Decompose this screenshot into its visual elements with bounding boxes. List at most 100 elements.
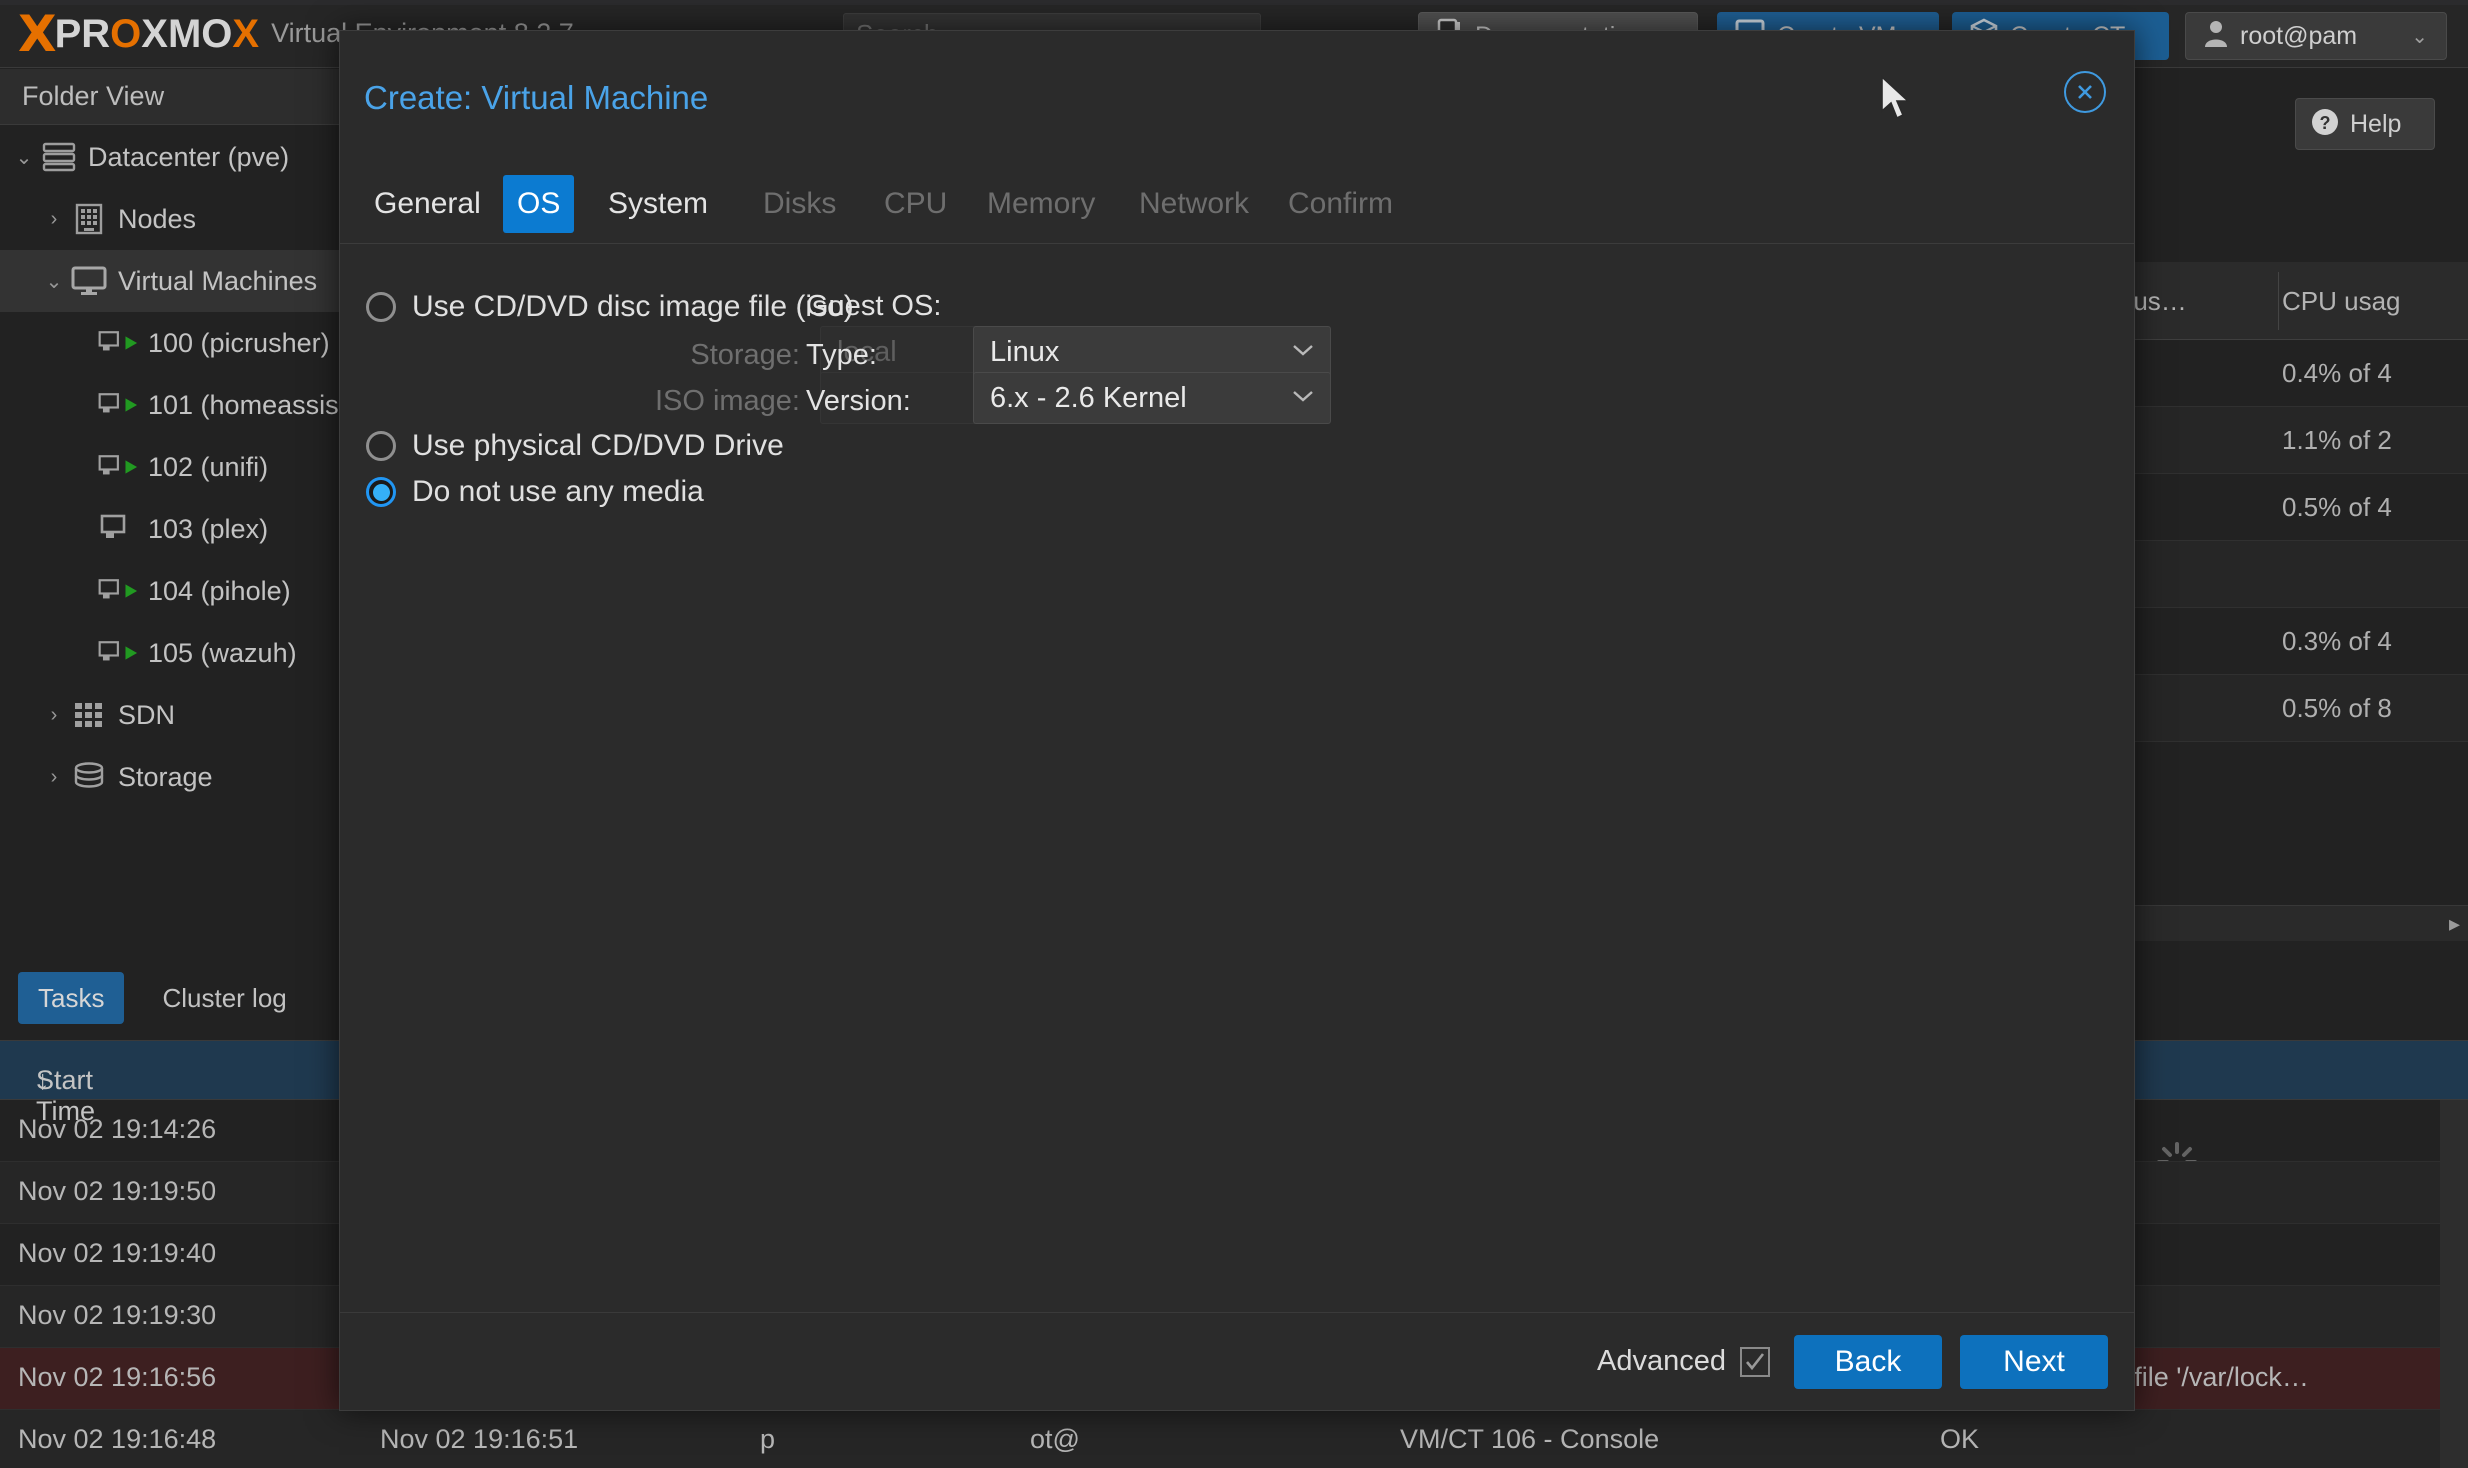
chevron-down-icon[interactable]: ⌄ [10, 145, 38, 170]
radio-use-iso-indicator[interactable] [366, 292, 396, 322]
advanced-checkbox[interactable]: Advanced [1597, 1345, 1770, 1378]
logo-letter: PR [54, 11, 111, 56]
chevron-right-icon[interactable]: › [40, 208, 68, 231]
tree-item-label: 100 (picrusher) [148, 327, 330, 358]
tree-item-100-picrusher[interactable]: 100 (picrusher) [0, 312, 345, 374]
column-divider [2278, 272, 2279, 330]
task-user: ot@ [1030, 1424, 1080, 1454]
iso-image-label: ISO image: [654, 385, 800, 417]
tree-item-label: SDN [118, 699, 176, 730]
radio-use-physical-drive-indicator[interactable] [366, 431, 396, 461]
logo-letter: O [110, 11, 142, 56]
tree-item-101-homeassistant[interactable]: 101 (homeassistant) [0, 374, 393, 436]
task-start-time: Nov 02 19:16:48 [18, 1424, 217, 1454]
dialog-footer: Advanced Back Next [340, 1312, 2134, 1410]
tree-item-datacenter-pve[interactable]: ⌄ Datacenter (pve) [0, 126, 345, 188]
scroll-right-arrow-icon[interactable]: ▸ [2449, 911, 2460, 937]
close-icon[interactable] [2064, 71, 2106, 113]
horizontal-scrollbar[interactable]: ▸ [2090, 905, 2468, 941]
tab-cluster-log[interactable]: Cluster log [142, 972, 306, 1024]
mouse-cursor [1880, 75, 1914, 128]
dialog-tab-system[interactable]: System [594, 175, 722, 233]
monitor-icon [68, 266, 110, 296]
vm-icon [98, 638, 140, 668]
dialog-tab-os[interactable]: OS [503, 175, 575, 233]
os-type-value: Linux [990, 335, 1060, 368]
tree-item-103-plex[interactable]: 103 (plex) [0, 498, 345, 560]
tab-cluster-log-label: Cluster log [162, 982, 287, 1013]
dialog-tab-cpu: CPU [884, 187, 948, 220]
dialog-tab-confirm: Confirm [1288, 187, 1394, 220]
task-node: p [760, 1424, 776, 1454]
task-start-time: Nov 02 19:14:26 [18, 1114, 217, 1144]
user-menu-button[interactable]: root@pam ⌄ [2185, 12, 2447, 60]
tree-item-label: 104 (pihole) [148, 575, 291, 606]
dialog-title: Create: Virtual Machine [364, 79, 709, 116]
vm-table-row[interactable]: %0.4% of 4 [2090, 340, 2468, 407]
tree-item-label: Virtual Machines [118, 265, 318, 296]
radio-no-media[interactable]: Do not use any media [366, 475, 704, 509]
tree-item-label: Datacenter (pve) [88, 141, 290, 172]
vm-table-row[interactable] [2090, 541, 2468, 608]
chevron-right-icon[interactable]: › [40, 766, 68, 789]
chevron-right-icon[interactable]: › [40, 704, 68, 727]
tree-item-104-pihole[interactable]: 104 (pihole) [0, 560, 345, 622]
vm-table-row[interactable]: %0.5% of 4 [2090, 474, 2468, 541]
tree-item-label: Nodes [118, 203, 197, 234]
advanced-checkbox-box[interactable] [1740, 1346, 1770, 1377]
tree-item-label: Storage [118, 761, 213, 792]
chevron-down-icon[interactable]: ⌄ [40, 269, 68, 294]
vm-icon [98, 452, 140, 482]
radio-use-physical-drive[interactable]: Use physical CD/DVD Drive [366, 429, 784, 463]
vm-table-row[interactable]: %0.3% of 4 [2090, 608, 2468, 675]
dialog-tab-bar: General OS System Disks CPU Memory Network Conf… [340, 169, 2134, 239]
vm-table-body: %0.4% of 4%1.1% of 2%0.5% of 4 %0.3% of 4… [2090, 340, 2468, 742]
tree-item-102-unifi[interactable]: 102 (unifi) [0, 436, 345, 498]
cell-cpu-usage: 0.4% of 4 [2282, 358, 2392, 388]
user-label: root@pam [2240, 21, 2358, 50]
vm-table-row[interactable]: %0.5% of 8 [2090, 675, 2468, 742]
radio-use-physical-drive-label: Use physical CD/DVD Drive [412, 429, 784, 462]
tree-item-storage[interactable]: › Storage [0, 746, 345, 808]
help-circle-icon: ? [2310, 107, 2340, 142]
task-panel-tabs: Tasks Cluster log [0, 962, 345, 1034]
task-description: VM/CT 106 - Console [1400, 1424, 1660, 1454]
vm-icon [98, 390, 140, 420]
vm-table-row[interactable]: %1.1% of 2 [2090, 407, 2468, 474]
radio-use-iso[interactable]: Use CD/DVD disc image file (iso) [366, 290, 854, 324]
vm-table-header: ory us… CPU usag [2090, 262, 2468, 340]
chevron-down-icon [1292, 389, 1314, 408]
tree-item-nodes[interactable]: › Nodes [0, 188, 345, 250]
proxmox-app: X PROXMOX Virtual Environment 8.2.7 Sear… [0, 0, 2468, 1468]
dialog-tab-general[interactable]: General [360, 175, 495, 233]
column-header-cpu[interactable]: CPU usag [2282, 262, 2401, 340]
task-start-time: Nov 02 19:19:40 [18, 1238, 217, 1268]
create-vm-dialog: Create: Virtual Machine General OS System D… [339, 30, 2135, 1411]
tab-tasks[interactable]: Tasks [18, 972, 125, 1024]
tree-item-sdn[interactable]: › SDN [0, 684, 345, 746]
cell-cpu-usage: 0.5% of 4 [2282, 492, 2392, 522]
help-button[interactable]: ? Help [2295, 98, 2435, 150]
tree-item-virtual-machines[interactable]: ⌄ Virtual Machines [0, 250, 345, 312]
folder-view-header: Folder View [0, 69, 345, 125]
dialog-tab-network: Network [1139, 187, 1250, 220]
back-button[interactable]: Back [1794, 1334, 1942, 1389]
task-start-time: Nov 02 19:16:56 [18, 1362, 217, 1392]
logo-letter: X [232, 11, 260, 56]
window-strip [0, 0, 2468, 5]
os-type-select[interactable]: Linux [973, 326, 1331, 378]
guest-os-heading: Guest OS: [806, 290, 942, 322]
os-version-select[interactable]: 6.x - 2.6 Kernel [973, 372, 1331, 424]
task-row[interactable]: Nov 02 19:16:48 Nov 02 19:16:51 p ot@ VM/CT … [0, 1410, 2468, 1468]
next-button[interactable]: Next [1960, 1334, 2108, 1389]
logo-x-icon: X [18, 4, 57, 63]
task-vertical-scrollbar[interactable] [2440, 1100, 2468, 1468]
vm-icon [98, 514, 140, 544]
storage-icon [68, 762, 110, 792]
vm-icon [98, 576, 140, 606]
folder-view-title: Folder View [22, 81, 165, 111]
tree-item-label: 103 (plex) [148, 513, 269, 544]
task-start-time: Nov 02 19:19:30 [18, 1300, 217, 1330]
radio-no-media-indicator[interactable] [366, 477, 396, 507]
tree-item-105-wazuh[interactable]: 105 (wazuh) [0, 622, 345, 684]
